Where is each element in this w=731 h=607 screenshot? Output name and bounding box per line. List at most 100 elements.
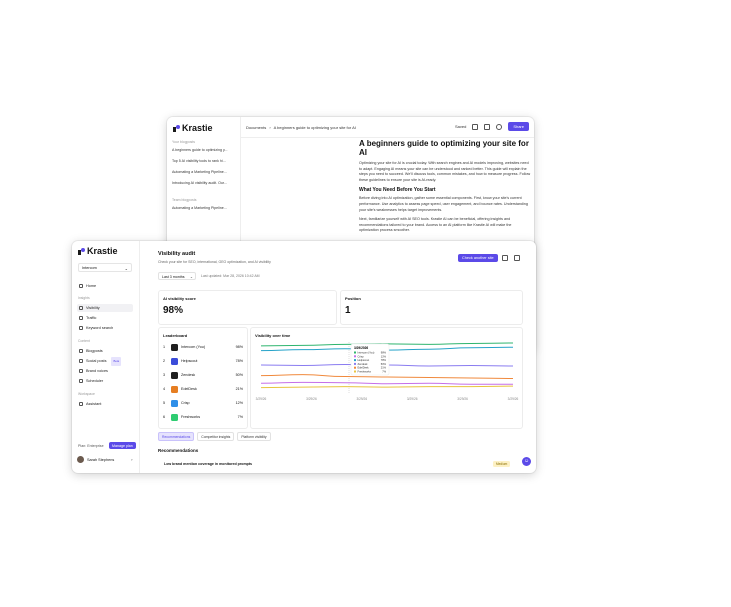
breadcrumb-root[interactable]: Documents	[246, 125, 266, 130]
brand-name: Krastie	[182, 123, 213, 133]
share-button[interactable]: Share	[508, 122, 529, 131]
audit-window: Krastie Intercom ⌄ Home Insights Visibil…	[72, 241, 536, 473]
x-tick-label: 3/29/26	[508, 397, 519, 401]
company-name: Crisp	[181, 401, 190, 405]
check-icon[interactable]	[496, 123, 503, 130]
rank: 5	[163, 401, 166, 405]
app-sidebar: Krastie Intercom ⌄ Home Insights Visibil…	[72, 241, 140, 473]
leaderboard-row[interactable]: 4 EdelDesk 21%	[163, 384, 243, 394]
tooltip-swatch	[354, 362, 356, 365]
visibility-over-time-card: Visibility over time 3/29/26 3/29/26 3/29/…	[250, 327, 523, 429]
workspace-select[interactable]: Intercom ⌄	[78, 263, 132, 272]
nav-label: Social posts	[86, 359, 107, 363]
company-score: 98%	[235, 345, 243, 349]
article-paragraph: Optimizing your site for AI is crucial t…	[359, 161, 531, 182]
breadcrumb-separator: ›	[269, 125, 271, 130]
search-icon	[79, 326, 83, 330]
saved-status: Saved	[454, 124, 467, 129]
nav-scheduler[interactable]: Scheduler	[77, 377, 133, 385]
brand-logo: Krastie	[78, 246, 118, 256]
company-name: Intercom (You)	[181, 345, 206, 349]
x-tick-label: 3/29/26	[407, 397, 418, 401]
last-updated: Last updated: Mar 28, 2026 10:42 AM	[201, 274, 260, 278]
nav-blogposts[interactable]: Blogposts	[77, 347, 133, 355]
page-subtitle: Check your site for SEO, international, …	[158, 260, 271, 264]
share-icon[interactable]	[514, 255, 520, 261]
series-line-4[interactable]	[260, 381, 513, 385]
editor-topbar: Documents › A beginners guide to optimiz…	[241, 117, 534, 138]
nav-label: Brand voices	[86, 369, 108, 373]
nav-assistant[interactable]: Assistant	[77, 400, 133, 408]
series-line-3[interactable]	[260, 374, 514, 379]
leaderboard-row[interactable]: 6 Freshworks 7%	[163, 412, 243, 422]
nav-label: Assistant	[86, 402, 102, 406]
rank: 6	[163, 415, 166, 419]
nav-visibility[interactable]: Visibility	[77, 304, 133, 312]
tooltip-swatch	[354, 351, 356, 354]
doc-item[interactable]: Automating a Marketing Pipeline...	[172, 206, 236, 210]
nav-section-label: Content	[78, 339, 90, 343]
doc-item[interactable]: Automating a Marketing Pipeline...	[172, 170, 236, 174]
section-label: Your blogposts	[172, 140, 196, 144]
breadcrumb: Documents › A beginners guide to optimiz…	[246, 125, 356, 130]
krastie-logo-icon	[78, 247, 85, 255]
nav-keyword-search[interactable]: Keyword search	[77, 324, 133, 332]
series-line-5[interactable]	[260, 385, 514, 389]
leaderboard-row[interactable]: 3 Zendesk 50%	[163, 370, 243, 380]
beta-badge: Beta	[111, 356, 122, 366]
manage-plan-button[interactable]: Manage plan	[109, 442, 136, 449]
traffic-icon	[79, 316, 83, 320]
card-label: Position	[345, 296, 361, 301]
brand-name: Krastie	[87, 246, 118, 256]
leaderboard-card: Leaderboard 1 Intercom (You) 98% 2 Helpscout…	[158, 327, 248, 429]
company-logo-icon	[171, 371, 178, 379]
leaderboard-row[interactable]: 1 Intercom (You) 98%	[163, 342, 243, 352]
microphone-icon	[79, 369, 83, 373]
check-another-site-button[interactable]: Check another site	[458, 254, 498, 262]
download-icon[interactable]	[484, 123, 491, 130]
translate-icon[interactable]	[472, 123, 479, 130]
tab-competitor-insights[interactable]: Competitor insights	[197, 432, 235, 441]
tab-platform-visibility[interactable]: Platform visibility	[237, 432, 271, 441]
chevron-down-icon: ⌄	[189, 275, 193, 279]
company-score: 21%	[235, 387, 243, 391]
article-heading: What You Need Before You Start	[359, 187, 436, 194]
home-icon	[79, 284, 83, 288]
tab-recommendations[interactable]: Recommendations	[158, 432, 195, 441]
leaderboard-row[interactable]: 2 Helpscout 78%	[163, 356, 243, 366]
nav-home[interactable]: Home	[77, 282, 133, 290]
user-name: Sarah Stephens	[87, 457, 115, 462]
nav-brand-voices[interactable]: Brand voices	[77, 367, 133, 375]
page-title: Visibility audit	[158, 251, 196, 257]
doc-item[interactable]: Introducing AI visibility audit. Our...	[172, 181, 236, 185]
help-icon[interactable]: ☺	[522, 457, 531, 466]
nav-traffic[interactable]: Traffic	[77, 314, 133, 322]
leaderboard-row[interactable]: 5 Crisp 12%	[163, 398, 243, 408]
krastie-logo-icon	[173, 124, 180, 132]
tooltip-date: 3/29/2026	[354, 346, 368, 350]
article-body[interactable]: A beginners guide to optimizing your sit…	[359, 139, 531, 238]
tab-bar: Recommendations Competitor insights Plat…	[158, 432, 271, 441]
chevron-right-icon: ›	[131, 457, 133, 462]
tooltip-series-value: 50%	[381, 362, 387, 366]
article-title: A beginners guide to optimizing your sit…	[359, 139, 529, 157]
card-value: 1	[345, 305, 351, 316]
refresh-icon[interactable]	[502, 255, 508, 261]
tooltip-series-name: Helpscout	[358, 358, 370, 362]
nav-label: Keyword search	[86, 326, 114, 330]
doc-item[interactable]: Top 5 AI visibility tools to rank hi...	[172, 159, 236, 163]
recommendation-item[interactable]: Low brand mention coverage in monitored …	[164, 462, 252, 466]
x-tick-label: 3/29/26	[306, 397, 317, 401]
tooltip-series-name: EdelDesk	[358, 366, 370, 370]
calendar-icon	[79, 379, 83, 383]
period-select[interactable]: Last 3 months ⌄	[158, 272, 196, 280]
rank: 3	[163, 373, 166, 377]
recommendations-title: Recommendations	[158, 448, 199, 453]
chart-tooltip: 3/29/2026Intercom (You) 98% Crisp 12% Helpsc…	[350, 343, 390, 376]
nav-label: Scheduler	[86, 379, 104, 383]
visibility-icon	[79, 306, 83, 310]
user-menu[interactable]: Sarah Stephens ›	[77, 456, 133, 463]
company-score: 12%	[235, 401, 243, 405]
nav-social-posts[interactable]: Social posts Beta	[77, 356, 133, 366]
doc-item[interactable]: A beginners guide to optimizing y...	[172, 148, 236, 152]
